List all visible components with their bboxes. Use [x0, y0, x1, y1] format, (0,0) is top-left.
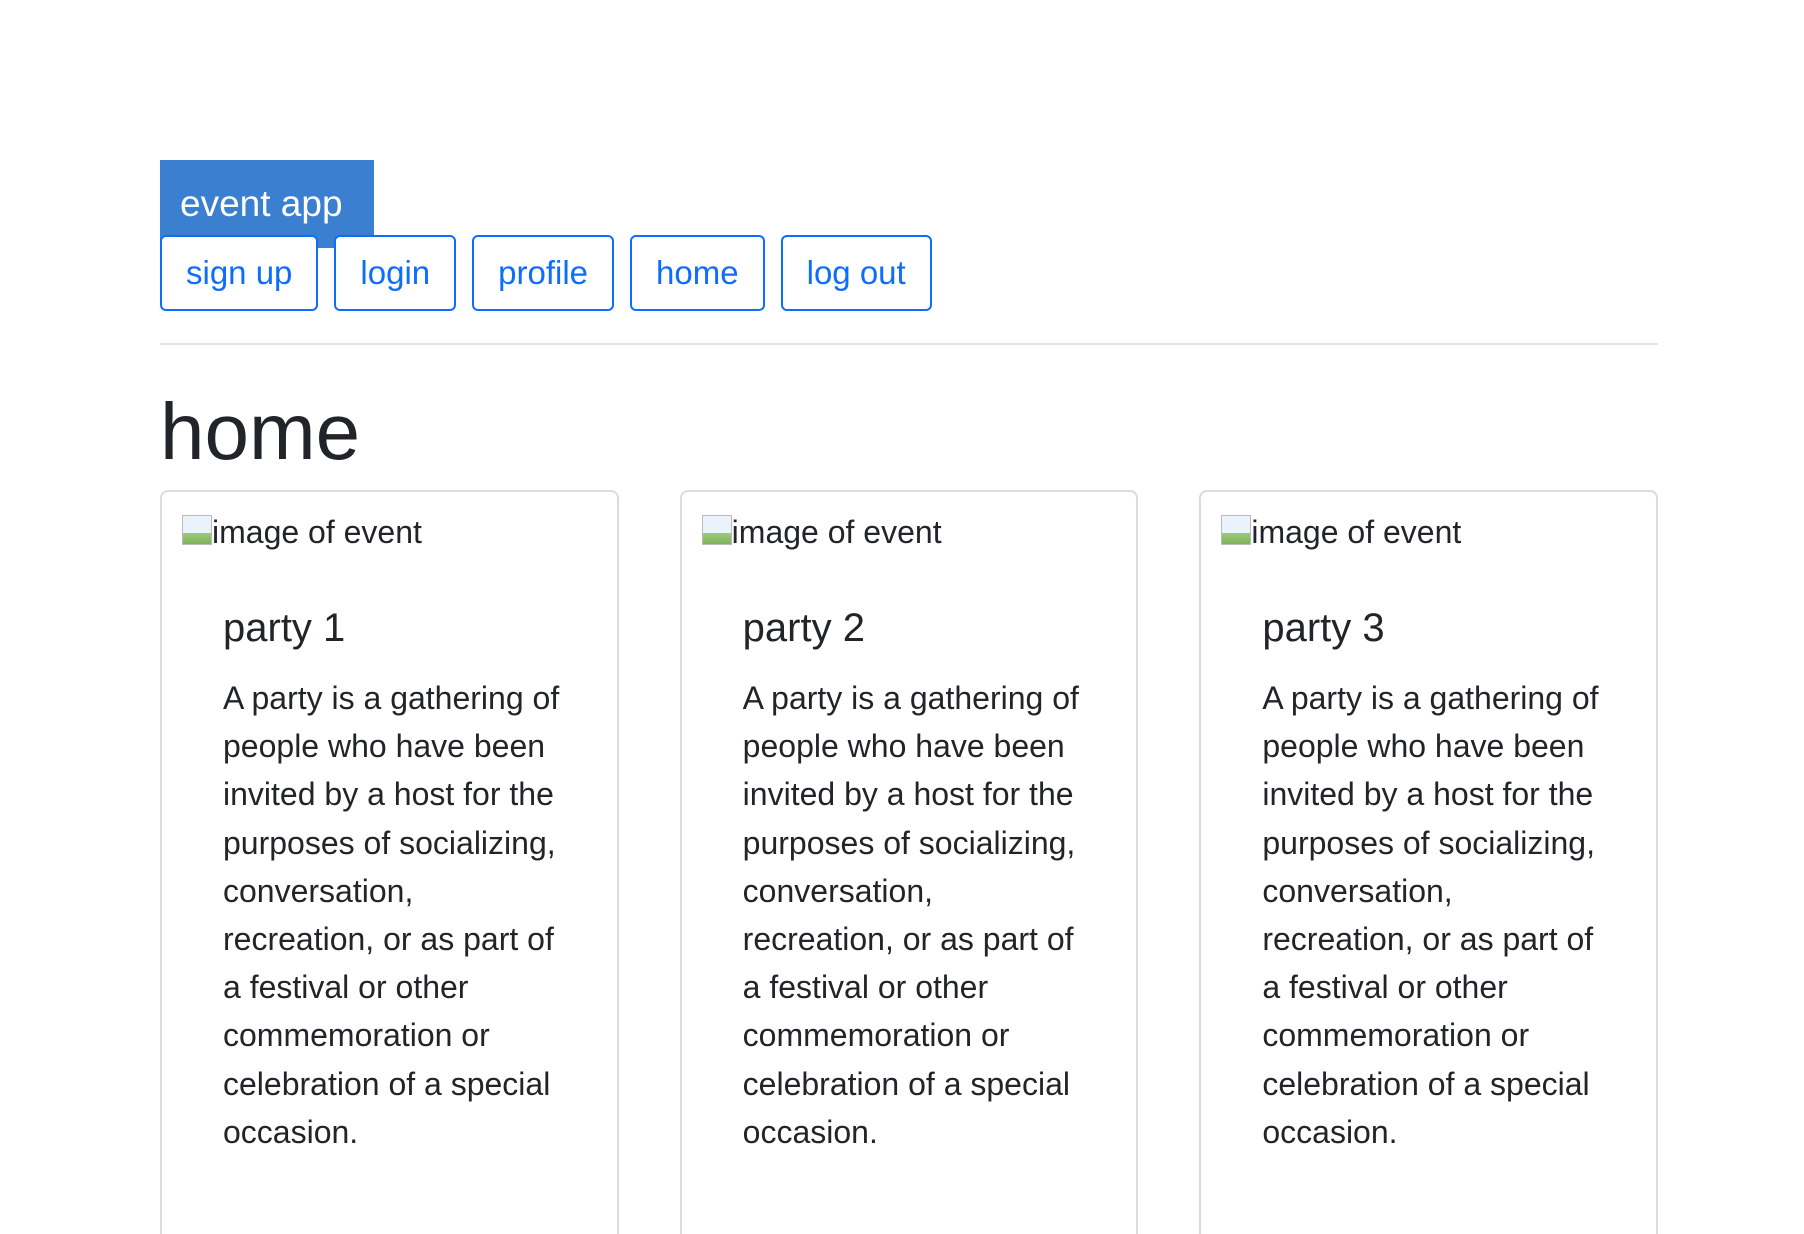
login-button[interactable]: login — [334, 235, 457, 311]
broken-image-icon — [701, 514, 732, 545]
event-image: image of event — [701, 514, 942, 551]
nav-divider — [160, 343, 1658, 345]
event-card: image of event party 2 A party is a gath… — [679, 490, 1139, 1234]
event-image-alt: image of event — [731, 514, 942, 550]
event-card: image of event party 3 A party is a gath… — [1199, 490, 1659, 1234]
event-image-alt: image of event — [1251, 514, 1462, 550]
signup-button[interactable]: sign up — [160, 235, 319, 311]
event-card-title: party 3 — [1262, 606, 1385, 650]
event-card-text: A party is a gathering of people who hav… — [742, 680, 1079, 1150]
page: event app sign up login profile home log… — [0, 0, 1804, 1234]
broken-image-icon — [182, 514, 212, 545]
event-card: image of event party 1 A party is a gath… — [160, 490, 619, 1234]
event-card-title: party 1 — [223, 606, 346, 650]
event-card-text: A party is a gathering of people who hav… — [1262, 680, 1599, 1150]
event-image: image of event — [182, 514, 422, 551]
event-card-title: party 2 — [742, 606, 865, 650]
home-button[interactable]: home — [630, 235, 765, 311]
event-image: image of event — [1221, 514, 1461, 551]
page-title: home — [160, 387, 361, 476]
logout-button[interactable]: log out — [780, 235, 932, 311]
event-image-alt: image of event — [212, 514, 422, 550]
event-card-text: A party is a gathering of people who hav… — [223, 680, 560, 1150]
top-nav: sign up login profile home log out — [160, 235, 932, 311]
profile-button[interactable]: profile — [472, 235, 615, 311]
event-cards: image of event party 1 A party is a gath… — [160, 490, 1659, 1234]
broken-image-icon — [1221, 514, 1252, 545]
